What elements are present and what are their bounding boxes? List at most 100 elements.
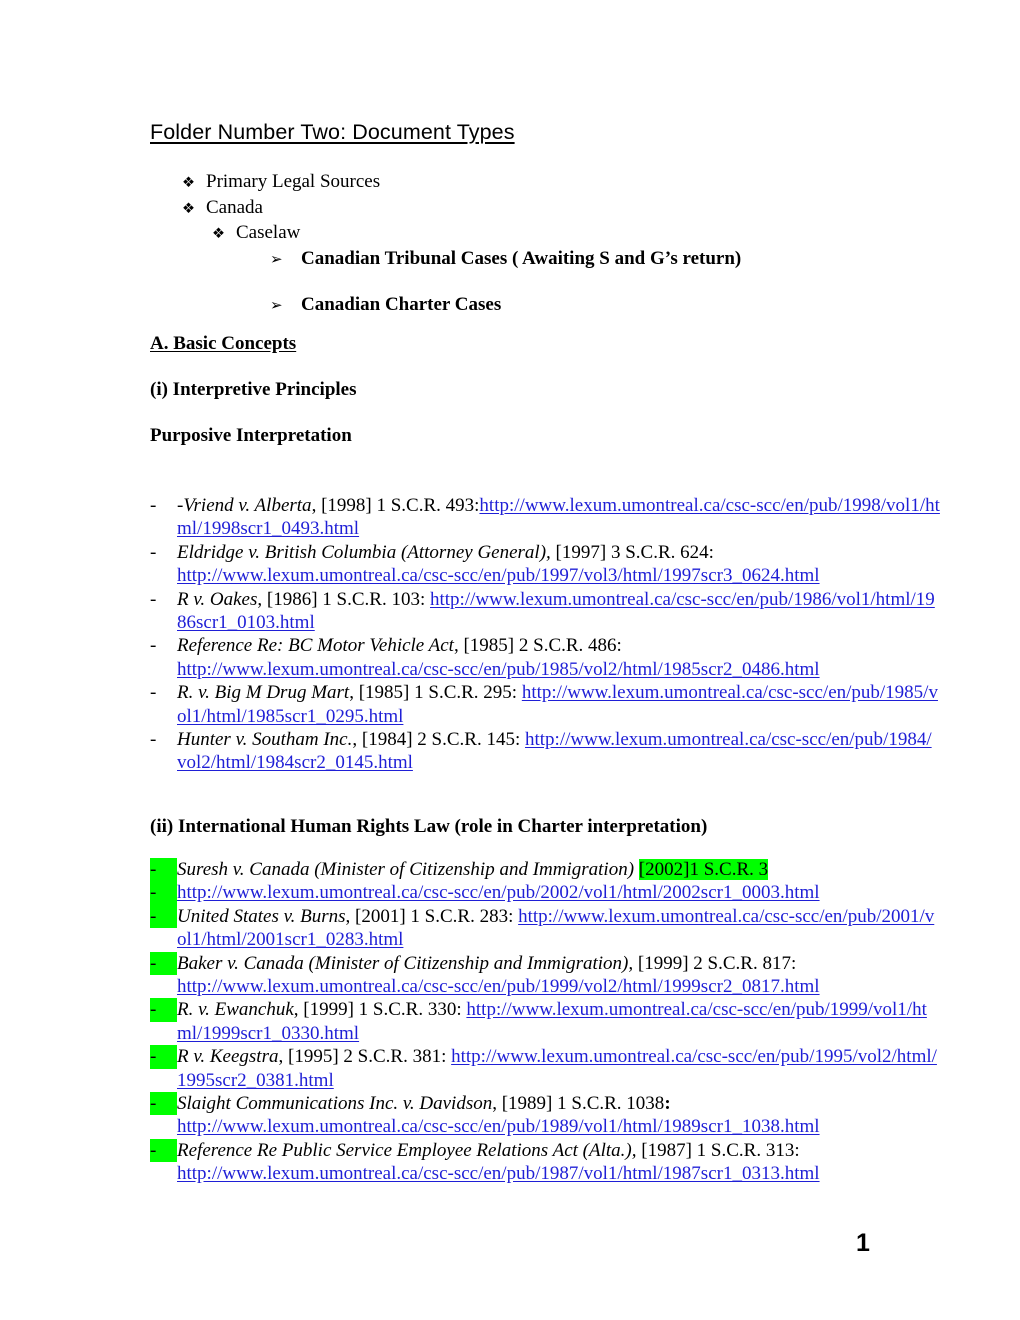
diamond-bullet-icon: ❖ (212, 226, 225, 242)
citation-body: -Vriend v. Alberta, [1998] 1 S.C.R. 493:… (177, 494, 940, 541)
heading-interpretive-principles: (i) Interpretive Principles (150, 379, 357, 400)
citation-item: - R v. Oakes, [1986] 1 S.C.R. 103: http:… (150, 588, 940, 635)
case-citation: , [1986] 1 S.C.R. 103: (257, 588, 430, 610)
heading-international-human-rights-law: (ii) International Human Rights Law (rol… (150, 816, 708, 837)
citation-body: Eldridge v. British Columbia (Attorney G… (177, 541, 940, 588)
case-url-link[interactable]: http://www.lexum.umontreal.ca/csc-scc/en… (177, 1163, 820, 1184)
case-name: R. v. Big M Drug Mart (177, 682, 350, 704)
citation-item: - Suresh v. Canada (Minister of Citizens… (150, 858, 940, 882)
outline-item-label: Canada (206, 196, 263, 218)
case-citation: , [1999] 1 S.C.R. 330: (293, 999, 467, 1021)
dash-bullet-icon: - (150, 904, 177, 929)
arrow-bullet-icon: ➢ (270, 296, 283, 314)
case-citation: , [1984] 2 S.C.R. 145: (352, 729, 525, 751)
dash-bullet-icon: - (150, 1092, 177, 1116)
dash-bullet-icon: - (150, 1138, 177, 1163)
case-url-link[interactable]: http://www.lexum.umontreal.ca/csc-scc/en… (177, 659, 820, 680)
diamond-bullet-icon: ❖ (182, 200, 195, 217)
dash-bullet-icon: - (150, 998, 177, 1022)
citation-body: Reference Re Public Service Employee Rel… (177, 1139, 940, 1186)
outline-item-caselaw: ❖ Caselaw (150, 221, 930, 247)
citation-item: - Reference Re Public Service Employee R… (150, 1138, 940, 1186)
outline-item-canadian-charter-cases: ➢ Canadian Charter Cases (150, 293, 930, 318)
case-name: Eldridge v. British Columbia (Attorney G… (177, 541, 551, 563)
citation-body: R. v. Ewanchuk, [1999] 1 S.C.R. 330: htt… (177, 998, 940, 1045)
citation-item: - Slaight Communications Inc. v. Davidso… (150, 1092, 940, 1139)
case-citation: , [1995] 2 S.C.R. 381: (278, 1046, 452, 1068)
dash-bullet-icon: - (150, 1045, 177, 1069)
citation-body: R v. Keegstra, [1995] 2 S.C.R. 381: http… (177, 1045, 940, 1092)
citation-item: - R v. Keegstra, [1995] 2 S.C.R. 381: ht… (150, 1045, 940, 1092)
citation-item: - Eldridge v. British Columbia (Attorney… (150, 541, 940, 588)
outline-item-label: Primary Legal Sources (206, 171, 381, 192)
case-url-link[interactable]: http://www.lexum.umontreal.ca/csc-scc/en… (177, 1116, 820, 1137)
citation-list-international-human-rights: - Suresh v. Canada (Minister of Citizens… (150, 858, 940, 1186)
outline-item-canada: ❖ Canada (150, 196, 930, 222)
citation-item: - -Vriend v. Alberta, [1998] 1 S.C.R. 49… (150, 494, 940, 541)
citation-body: Baker v. Canada (Minister of Citizenship… (177, 952, 940, 999)
case-name: Reference Re: BC Motor Vehicle Act (177, 635, 454, 657)
citation-item: - United States v. Burns, [2001] 1 S.C.R… (150, 904, 940, 952)
case-name: Suresh v. Canada (Minister of Citizenshi… (177, 859, 635, 880)
case-name: Baker v. Canada (Minister of Citizenship… (177, 952, 634, 974)
dash-bullet-icon: - (150, 588, 157, 610)
case-url-link[interactable]: http://www.lexum.umontreal.ca/csc-scc/en… (177, 565, 820, 586)
citation-body: United States v. Burns, [2001] 1 S.C.R. … (177, 905, 940, 952)
case-name: -Vriend v. Alberta (177, 495, 312, 516)
case-citation: [1997] 3 S.C.R. 624: (550, 541, 714, 563)
citation-item: - R. v. Ewanchuk, [1999] 1 S.C.R. 330: h… (150, 998, 940, 1045)
case-name: Slaight Communications Inc. v. Davidson (177, 1093, 493, 1115)
case-citation: , [2001] 1 S.C.R. 283: (345, 905, 519, 927)
dash-bullet-icon: - (150, 495, 157, 516)
citation-item: - Hunter v. Southam Inc., [1984] 2 S.C.R… (150, 728, 940, 775)
case-citation-suffix: : (664, 1093, 671, 1115)
dash-bullet-icon: - (150, 682, 157, 704)
citation-item: - Baker v. Canada (Minister of Citizensh… (150, 951, 940, 999)
citation-list-basic-concepts: - -Vriend v. Alberta, [1998] 1 S.C.R. 49… (150, 494, 940, 775)
case-citation: , [1985] 1 S.C.R. 295: (349, 682, 522, 704)
dash-bullet-icon: - (150, 541, 157, 563)
citation-item: - Reference Re: BC Motor Vehicle Act, [1… (150, 634, 940, 681)
case-name: R v. Oakes (177, 588, 258, 610)
dash-bullet-icon: - (150, 635, 157, 657)
dash-bullet-icon: - (150, 858, 177, 882)
citation-body: http://www.lexum.umontreal.ca/csc-scc/en… (177, 881, 940, 904)
case-citation: , [1985] 2 S.C.R. 486: (453, 635, 622, 657)
heading-purposive-interpretation: Purposive Interpretation (150, 425, 352, 446)
case-citation: [1987] 1 S.C.R. 313: (636, 1139, 800, 1161)
case-name: R. v. Ewanchuk (177, 999, 294, 1021)
case-url-link[interactable]: http://www.lexum.umontreal.ca/csc-scc/en… (177, 976, 820, 997)
outline-item-label: Canadian Tribunal Cases ( Awaiting S and… (301, 247, 742, 269)
outline-item-primary-legal-sources: ❖ Primary Legal Sources (150, 170, 930, 196)
case-citation: , [1989] 1 S.C.R. 1038 (492, 1093, 665, 1115)
citation-body: R v. Oakes, [1986] 1 S.C.R. 103: http://… (177, 588, 940, 635)
case-name: United States v. Burns (177, 905, 346, 927)
citation-item: - R. v. Big M Drug Mart, [1985] 1 S.C.R.… (150, 681, 940, 728)
document-page: Folder Number Two: Document Types ❖ Prim… (0, 0, 1020, 1320)
page-title: Folder Number Two: Document Types (150, 120, 515, 144)
citation-body: Reference Re: BC Motor Vehicle Act, [198… (177, 634, 940, 681)
citation-item: - http://www.lexum.umontreal.ca/csc-scc/… (150, 881, 940, 905)
dash-bullet-icon: - (150, 729, 157, 751)
citation-body: Slaight Communications Inc. v. Davidson,… (177, 1092, 940, 1139)
outline-item-canadian-tribunal-cases: ➢ Canadian Tribunal Cases ( Awaiting S a… (150, 247, 930, 272)
case-citation-highlighted: [2002]1 S.C.R. 3 (638, 859, 769, 880)
case-name: R v. Keegstra (177, 1046, 279, 1068)
outline-item-label: Caselaw (236, 222, 301, 243)
outline-list: ❖ Primary Legal Sources ❖ Canada ❖ Casel… (150, 170, 930, 318)
case-citation: [1999] 2 S.C.R. 817: (633, 952, 797, 974)
case-name: Hunter v. Southam Inc. (177, 729, 353, 751)
citation-body: Hunter v. Southam Inc., [1984] 2 S.C.R. … (177, 728, 940, 775)
arrow-bullet-icon: ➢ (270, 249, 283, 268)
citation-body: Suresh v. Canada (Minister of Citizenshi… (177, 858, 940, 881)
dash-bullet-icon: - (150, 881, 177, 905)
case-name: Reference Re Public Service Employee Rel… (177, 1139, 637, 1161)
heading-basic-concepts: A. Basic Concepts (150, 333, 297, 354)
diamond-bullet-icon: ❖ (182, 175, 195, 191)
case-url-link[interactable]: http://www.lexum.umontreal.ca/csc-scc/en… (177, 882, 820, 903)
page-number: 1 (856, 1229, 870, 1257)
dash-bullet-icon: - (150, 951, 177, 976)
case-citation: , [1998] 1 S.C.R. 493: (311, 495, 480, 516)
outline-spacer (150, 271, 930, 293)
outline-item-label: Canadian Charter Cases (301, 294, 502, 315)
